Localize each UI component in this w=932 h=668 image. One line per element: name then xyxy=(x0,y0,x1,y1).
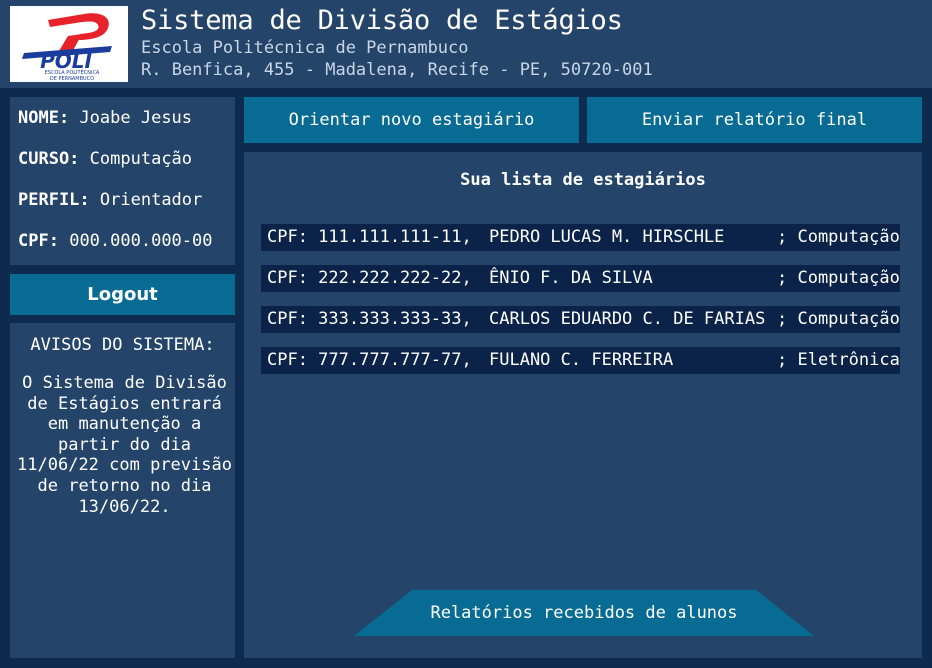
intern-name: ÊNIO F. DA SILVA xyxy=(489,268,653,288)
intern-row[interactable]: CPF: 111.111.111-11, PEDRO LUCAS M. HIRS… xyxy=(261,224,900,251)
user-course-line: CURSO: Computação xyxy=(18,149,192,169)
logout-button[interactable]: Logout xyxy=(10,274,235,315)
user-name-value: Joabe Jesus xyxy=(79,108,193,128)
user-cpf-value: 000.000.000-00 xyxy=(69,231,213,251)
intern-list-panel: Sua lista de estagiários CPF: 111.111.11… xyxy=(244,152,922,658)
user-name-label: NOME: xyxy=(18,108,70,128)
intern-row[interactable]: CPF: 777.777.777-77, FULANO C. FERREIRA … xyxy=(261,347,900,374)
poli-logo-graphic: POLI ESCOLA POLITÉCNICA DE PERNAMBUCO xyxy=(22,13,112,82)
intern-cpf: CPF: 222.222.222-22, xyxy=(267,268,472,288)
svg-text:ESCOLA POLITÉCNICA: ESCOLA POLITÉCNICA xyxy=(45,68,100,76)
user-name-line: NOME: Joabe Jesus xyxy=(18,108,192,128)
orient-new-intern-button[interactable]: Orientar novo estagiário xyxy=(244,97,579,143)
app-header: POLI ESCOLA POLITÉCNICA DE PERNAMBUCO Si… xyxy=(0,0,932,88)
send-final-report-button[interactable]: Enviar relatório final xyxy=(587,97,922,143)
notices-text: O Sistema de Divisão de Estágios entrará… xyxy=(17,373,232,517)
received-reports-button[interactable]: Relatórios recebidos de alunos xyxy=(354,590,814,638)
intern-row[interactable]: CPF: 222.222.222-22, ÊNIO F. DA SILVA ; … xyxy=(261,265,900,292)
intern-cpf: CPF: 333.333.333-33, xyxy=(267,309,472,329)
intern-course: ; Computação xyxy=(777,227,900,247)
intern-name: FULANO C. FERREIRA xyxy=(489,350,674,370)
institution-address: R. Benfica, 455 - Madalena, Recife - PE,… xyxy=(141,60,653,80)
intern-list-title: Sua lista de estagiários xyxy=(460,170,706,190)
user-profile-value: Orientador xyxy=(99,190,203,210)
user-course-label: CURSO: xyxy=(18,149,80,169)
user-cpf-label: CPF: xyxy=(18,231,59,251)
intern-cpf: CPF: 777.777.777-77, xyxy=(267,350,472,370)
app-title: Sistema de Divisão de Estágios xyxy=(141,5,623,36)
svg-text:DE PERNAMBUCO: DE PERNAMBUCO xyxy=(50,76,94,82)
intern-course: ; Computação xyxy=(777,268,900,288)
intern-row[interactable]: CPF: 333.333.333-33, CARLOS EDUARDO C. D… xyxy=(261,306,900,333)
user-info-panel: NOME: Joabe Jesus CURSO: Computação PERF… xyxy=(10,97,235,265)
system-notices-panel: AVISOS DO SISTEMA: O Sistema de Divisão … xyxy=(10,323,235,658)
poli-logo: POLI ESCOLA POLITÉCNICA DE PERNAMBUCO xyxy=(10,6,128,82)
notices-title: AVISOS DO SISTEMA: xyxy=(30,335,215,355)
received-reports-label: Relatórios recebidos de alunos xyxy=(430,603,738,623)
user-profile-line: PERFIL: Orientador xyxy=(18,190,202,210)
intern-name: PEDRO LUCAS M. HIRSCHLE xyxy=(489,227,725,247)
user-course-value: Computação xyxy=(89,149,193,169)
intern-course: ; Computação xyxy=(777,309,900,329)
intern-cpf: CPF: 111.111.111-11, xyxy=(267,227,472,247)
user-cpf-line: CPF: 000.000.000-00 xyxy=(18,231,213,251)
intern-course: ; Eletrônica xyxy=(777,350,900,370)
user-profile-label: PERFIL: xyxy=(18,190,90,210)
institution-name: Escola Politécnica de Pernambuco xyxy=(141,38,469,58)
intern-name: CARLOS EDUARDO C. DE FARIAS xyxy=(489,309,766,329)
